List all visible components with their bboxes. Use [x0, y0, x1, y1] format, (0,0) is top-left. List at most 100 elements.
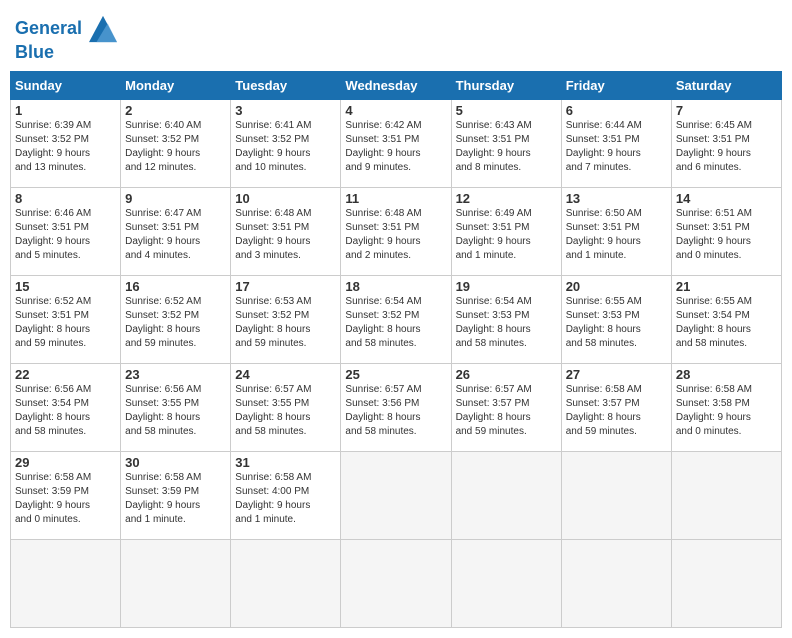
day-number: 5: [456, 103, 557, 118]
calendar-cell: 10Sunrise: 6:48 AM Sunset: 3:51 PM Dayli…: [231, 187, 341, 275]
calendar-cell: 23Sunrise: 6:56 AM Sunset: 3:55 PM Dayli…: [121, 363, 231, 451]
day-info: Sunrise: 6:40 AM Sunset: 3:52 PM Dayligh…: [125, 119, 226, 175]
day-info: Sunrise: 6:48 AM Sunset: 3:51 PM Dayligh…: [235, 207, 336, 263]
day-number: 6: [566, 103, 667, 118]
calendar-row-3: 15Sunrise: 6:52 AM Sunset: 3:51 PM Dayli…: [11, 275, 782, 363]
day-info: Sunrise: 6:53 AM Sunset: 3:52 PM Dayligh…: [235, 295, 336, 351]
calendar-cell: [561, 451, 671, 539]
weekday-header-monday: Monday: [121, 71, 231, 99]
calendar-row-2: 8Sunrise: 6:46 AM Sunset: 3:51 PM Daylig…: [11, 187, 782, 275]
calendar-cell: [231, 539, 341, 627]
day-number: 13: [566, 191, 667, 206]
calendar-cell: [341, 451, 451, 539]
calendar-cell: 1Sunrise: 6:39 AM Sunset: 3:52 PM Daylig…: [11, 99, 121, 187]
logo-text: General: [15, 15, 117, 43]
day-info: Sunrise: 6:49 AM Sunset: 3:51 PM Dayligh…: [456, 207, 557, 263]
calendar-table: SundayMondayTuesdayWednesdayThursdayFrid…: [10, 71, 782, 628]
logo-general: General: [15, 18, 82, 38]
logo: General Blue: [15, 15, 117, 63]
day-info: Sunrise: 6:55 AM Sunset: 3:54 PM Dayligh…: [676, 295, 777, 351]
calendar-cell: 3Sunrise: 6:41 AM Sunset: 3:52 PM Daylig…: [231, 99, 341, 187]
day-number: 7: [676, 103, 777, 118]
calendar-cell: [451, 539, 561, 627]
day-number: 2: [125, 103, 226, 118]
calendar-cell: 20Sunrise: 6:55 AM Sunset: 3:53 PM Dayli…: [561, 275, 671, 363]
calendar-row-4: 22Sunrise: 6:56 AM Sunset: 3:54 PM Dayli…: [11, 363, 782, 451]
calendar-cell: 31Sunrise: 6:58 AM Sunset: 4:00 PM Dayli…: [231, 451, 341, 539]
day-info: Sunrise: 6:57 AM Sunset: 3:56 PM Dayligh…: [345, 383, 446, 439]
weekday-header-friday: Friday: [561, 71, 671, 99]
day-number: 18: [345, 279, 446, 294]
day-number: 10: [235, 191, 336, 206]
day-number: 22: [15, 367, 116, 382]
day-info: Sunrise: 6:57 AM Sunset: 3:55 PM Dayligh…: [235, 383, 336, 439]
day-info: Sunrise: 6:55 AM Sunset: 3:53 PM Dayligh…: [566, 295, 667, 351]
day-number: 26: [456, 367, 557, 382]
calendar-cell: 19Sunrise: 6:54 AM Sunset: 3:53 PM Dayli…: [451, 275, 561, 363]
calendar-row-1: 1Sunrise: 6:39 AM Sunset: 3:52 PM Daylig…: [11, 99, 782, 187]
day-info: Sunrise: 6:39 AM Sunset: 3:52 PM Dayligh…: [15, 119, 116, 175]
calendar-cell: 5Sunrise: 6:43 AM Sunset: 3:51 PM Daylig…: [451, 99, 561, 187]
calendar-cell: [121, 539, 231, 627]
day-number: 23: [125, 367, 226, 382]
day-info: Sunrise: 6:43 AM Sunset: 3:51 PM Dayligh…: [456, 119, 557, 175]
logo-blue: Blue: [15, 43, 117, 63]
calendar-cell: 18Sunrise: 6:54 AM Sunset: 3:52 PM Dayli…: [341, 275, 451, 363]
day-info: Sunrise: 6:51 AM Sunset: 3:51 PM Dayligh…: [676, 207, 777, 263]
weekday-header-wednesday: Wednesday: [341, 71, 451, 99]
day-number: 25: [345, 367, 446, 382]
calendar-cell: 28Sunrise: 6:58 AM Sunset: 3:58 PM Dayli…: [671, 363, 781, 451]
day-info: Sunrise: 6:47 AM Sunset: 3:51 PM Dayligh…: [125, 207, 226, 263]
day-number: 28: [676, 367, 777, 382]
day-info: Sunrise: 6:58 AM Sunset: 4:00 PM Dayligh…: [235, 471, 336, 527]
day-info: Sunrise: 6:46 AM Sunset: 3:51 PM Dayligh…: [15, 207, 116, 263]
calendar-cell: 14Sunrise: 6:51 AM Sunset: 3:51 PM Dayli…: [671, 187, 781, 275]
calendar-cell: [671, 539, 781, 627]
day-info: Sunrise: 6:52 AM Sunset: 3:52 PM Dayligh…: [125, 295, 226, 351]
calendar-cell: [341, 539, 451, 627]
day-number: 17: [235, 279, 336, 294]
calendar-cell: [671, 451, 781, 539]
calendar-cell: 22Sunrise: 6:56 AM Sunset: 3:54 PM Dayli…: [11, 363, 121, 451]
calendar-cell: 26Sunrise: 6:57 AM Sunset: 3:57 PM Dayli…: [451, 363, 561, 451]
day-info: Sunrise: 6:57 AM Sunset: 3:57 PM Dayligh…: [456, 383, 557, 439]
day-info: Sunrise: 6:58 AM Sunset: 3:58 PM Dayligh…: [676, 383, 777, 439]
calendar-cell: [451, 451, 561, 539]
day-info: Sunrise: 6:58 AM Sunset: 3:59 PM Dayligh…: [15, 471, 116, 527]
calendar-cell: 21Sunrise: 6:55 AM Sunset: 3:54 PM Dayli…: [671, 275, 781, 363]
day-number: 4: [345, 103, 446, 118]
weekday-header-sunday: Sunday: [11, 71, 121, 99]
day-info: Sunrise: 6:54 AM Sunset: 3:52 PM Dayligh…: [345, 295, 446, 351]
day-number: 9: [125, 191, 226, 206]
weekday-header-thursday: Thursday: [451, 71, 561, 99]
calendar-cell: 7Sunrise: 6:45 AM Sunset: 3:51 PM Daylig…: [671, 99, 781, 187]
day-number: 24: [235, 367, 336, 382]
day-number: 1: [15, 103, 116, 118]
day-info: Sunrise: 6:41 AM Sunset: 3:52 PM Dayligh…: [235, 119, 336, 175]
day-number: 30: [125, 455, 226, 470]
day-info: Sunrise: 6:56 AM Sunset: 3:54 PM Dayligh…: [15, 383, 116, 439]
calendar-cell: 12Sunrise: 6:49 AM Sunset: 3:51 PM Dayli…: [451, 187, 561, 275]
day-number: 29: [15, 455, 116, 470]
calendar-cell: 17Sunrise: 6:53 AM Sunset: 3:52 PM Dayli…: [231, 275, 341, 363]
day-info: Sunrise: 6:48 AM Sunset: 3:51 PM Dayligh…: [345, 207, 446, 263]
weekday-header-row: SundayMondayTuesdayWednesdayThursdayFrid…: [11, 71, 782, 99]
calendar-body: 1Sunrise: 6:39 AM Sunset: 3:52 PM Daylig…: [11, 99, 782, 627]
calendar-cell: 16Sunrise: 6:52 AM Sunset: 3:52 PM Dayli…: [121, 275, 231, 363]
day-number: 19: [456, 279, 557, 294]
day-info: Sunrise: 6:50 AM Sunset: 3:51 PM Dayligh…: [566, 207, 667, 263]
day-info: Sunrise: 6:44 AM Sunset: 3:51 PM Dayligh…: [566, 119, 667, 175]
day-number: 20: [566, 279, 667, 294]
calendar-cell: 9Sunrise: 6:47 AM Sunset: 3:51 PM Daylig…: [121, 187, 231, 275]
day-info: Sunrise: 6:54 AM Sunset: 3:53 PM Dayligh…: [456, 295, 557, 351]
day-number: 31: [235, 455, 336, 470]
day-number: 3: [235, 103, 336, 118]
calendar-cell: 27Sunrise: 6:58 AM Sunset: 3:57 PM Dayli…: [561, 363, 671, 451]
calendar-row-6: [11, 539, 782, 627]
calendar-cell: 25Sunrise: 6:57 AM Sunset: 3:56 PM Dayli…: [341, 363, 451, 451]
day-info: Sunrise: 6:56 AM Sunset: 3:55 PM Dayligh…: [125, 383, 226, 439]
calendar-cell: 30Sunrise: 6:58 AM Sunset: 3:59 PM Dayli…: [121, 451, 231, 539]
calendar-cell: 6Sunrise: 6:44 AM Sunset: 3:51 PM Daylig…: [561, 99, 671, 187]
page-header: General Blue: [10, 10, 782, 63]
calendar-cell: [11, 539, 121, 627]
